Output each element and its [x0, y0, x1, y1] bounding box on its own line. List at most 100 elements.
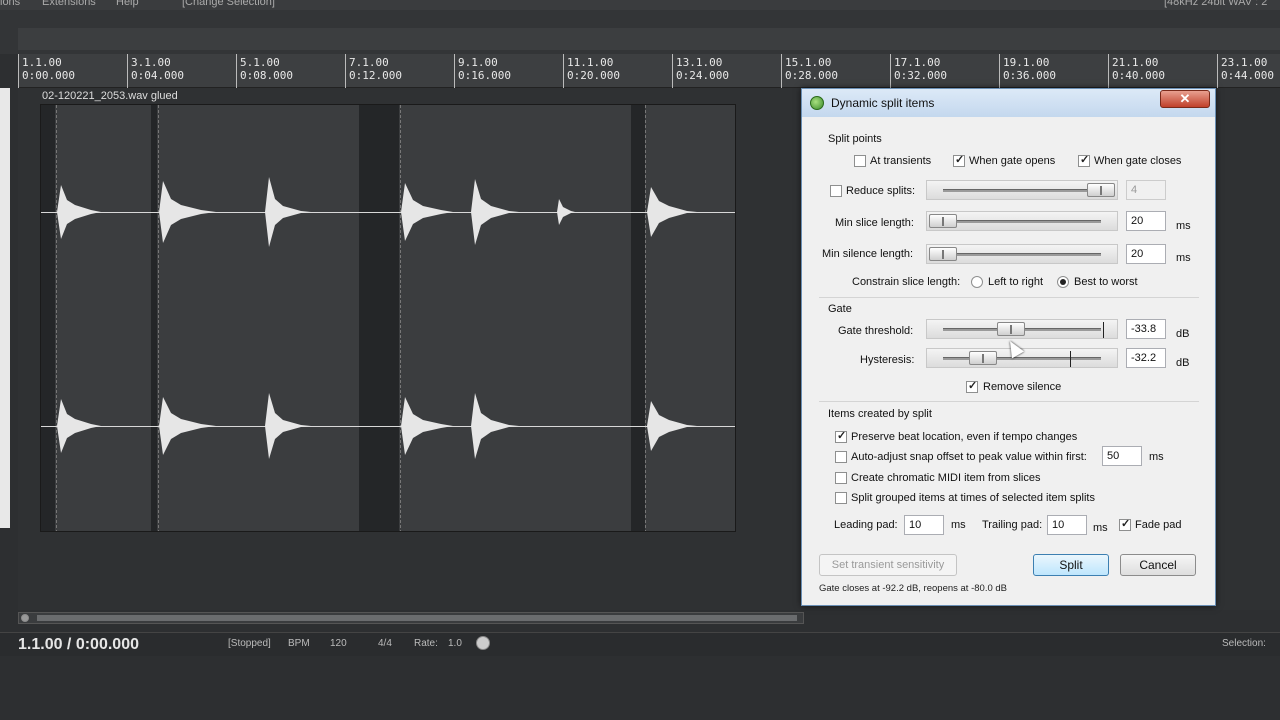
best-to-worst-radio[interactable]: [1057, 276, 1069, 288]
track-panel-edge: [0, 88, 10, 528]
ruler-time: 0:32.000: [894, 69, 947, 82]
ruler-measure: 9.1.00: [458, 56, 498, 69]
ruler-time: 0:16.000: [458, 69, 511, 82]
ruler-measure: 7.1.00: [349, 56, 389, 69]
ruler-tick: 5.1.00 0:08.000: [236, 54, 293, 88]
menu-item-help[interactable]: Help: [116, 0, 139, 8]
constrain-label: Constrain slice length:: [852, 276, 961, 288]
ruler-measure: 23.1.00: [1221, 56, 1268, 69]
gate-threshold-label: Gate threshold:: [838, 325, 914, 337]
ruler-time: 0:08.000: [240, 69, 293, 82]
group-items-created: Items created by split: [828, 408, 932, 420]
ruler-tick: 13.1.00 0:24.000: [672, 54, 729, 88]
at-transients-checkbox[interactable]: [854, 155, 866, 167]
chromatic-midi-checkbox[interactable]: [835, 472, 847, 484]
close-button[interactable]: ✕: [1160, 90, 1210, 108]
preserve-beat-checkbox[interactable]: [835, 429, 847, 443]
min-slice-slider[interactable]: [926, 211, 1118, 231]
reduce-splits-slider[interactable]: [926, 180, 1118, 200]
gate-threshold-field[interactable]: -33.8: [1126, 319, 1166, 339]
ruler-tick: 1.1.00 0:00.000: [18, 54, 75, 88]
project-format-info: [48kHz 24bit WAV : 2: [1164, 0, 1268, 8]
gate-threshold-unit: dB: [1176, 328, 1190, 340]
preserve-beat-label: Preserve beat location, even if tempo ch…: [851, 431, 1078, 443]
reaper-logo-icon: [810, 96, 824, 110]
menu-item-change-selection[interactable]: [Change Selection]: [182, 0, 275, 8]
rate-knob[interactable]: [476, 636, 490, 650]
cancel-button[interactable]: Cancel: [1120, 554, 1196, 576]
gate-closes-label: When gate closes: [1094, 155, 1182, 167]
reduce-splits-label: Reduce splits:: [846, 185, 916, 197]
divider: [819, 297, 1199, 298]
group-split-points: Split points: [828, 133, 882, 145]
trailing-pad-field[interactable]: 10: [1047, 515, 1087, 535]
auto-adjust-label: Auto-adjust snap offset to peak value wi…: [851, 451, 1087, 463]
hysteresis-field[interactable]: -32.2: [1126, 348, 1166, 368]
split-button[interactable]: Split: [1033, 554, 1109, 576]
ruler-tick: 23.1.00 0:44.000: [1217, 54, 1274, 88]
menu-item-actions[interactable]: ions: [0, 0, 20, 8]
gate-closes-checkbox[interactable]: [1078, 153, 1090, 167]
ruler-measure: 15.1.00: [785, 56, 832, 69]
min-silence-unit: ms: [1176, 252, 1191, 264]
ruler-time: 0:20.000: [567, 69, 620, 82]
group-gate: Gate: [828, 303, 852, 315]
gate-status-text: Gate closes at -92.2 dB, reopens at -80.…: [819, 583, 1008, 594]
scrollbar-thumb[interactable]: [37, 615, 797, 621]
ruler-measure: 19.1.00: [1003, 56, 1050, 69]
auto-adjust-checkbox[interactable]: [835, 451, 847, 463]
set-transient-sensitivity-button[interactable]: Set transient sensitivity: [819, 554, 957, 576]
scroll-left-button[interactable]: [21, 614, 29, 622]
min-slice-field[interactable]: 20: [1126, 211, 1166, 231]
chromatic-midi-label: Create chromatic MIDI item from slices: [851, 472, 1041, 484]
ruler-tick: 15.1.00 0:28.000: [781, 54, 838, 88]
ruler-tick: 9.1.00 0:16.000: [454, 54, 511, 88]
ruler-measure: 3.1.00: [131, 56, 171, 69]
transport-state: [Stopped]: [228, 638, 271, 649]
ruler-time: 0:28.000: [785, 69, 838, 82]
dialog-titlebar[interactable]: Dynamic split items ✕: [802, 89, 1215, 117]
ruler-tick: 11.1.00 0:20.000: [563, 54, 620, 88]
ruler-measure: 11.1.00: [567, 56, 614, 69]
ruler-tick: 19.1.00 0:36.000: [999, 54, 1056, 88]
trailing-pad-unit: ms: [1093, 522, 1108, 534]
min-silence-field[interactable]: 20: [1126, 244, 1166, 264]
ruler-measure: 21.1.00: [1112, 56, 1159, 69]
hysteresis-label: Hysteresis:: [860, 354, 915, 366]
media-item[interactable]: [40, 104, 736, 532]
time-signature[interactable]: 4/4: [374, 637, 404, 653]
auto-adjust-field[interactable]: 50: [1102, 446, 1142, 466]
left-to-right-radio[interactable]: [971, 276, 983, 288]
menu-item-extensions[interactable]: Extensions: [42, 0, 96, 8]
rate-value[interactable]: 1.0: [444, 637, 472, 653]
ruler-tick: 7.1.00 0:12.000: [345, 54, 402, 88]
gate-threshold-slider[interactable]: [926, 319, 1118, 339]
timeline-ruler[interactable]: 1.1.00 0:00.000 3.1.00 0:04.000 5.1.00 0:08.0…: [18, 54, 1280, 88]
min-silence-label: Min silence length:: [822, 248, 914, 260]
ruler-measure: 13.1.00: [676, 56, 723, 69]
toolbar-strip: [18, 28, 1280, 50]
ruler-time: 0:00.000: [22, 69, 75, 82]
left-to-right-label: Left to right: [988, 276, 1044, 288]
ruler-measure: 1.1.00: [22, 56, 62, 69]
toolbar-area: [0, 10, 1280, 54]
auto-adjust-unit: ms: [1149, 451, 1164, 463]
bpm-value[interactable]: 120: [326, 637, 366, 653]
fade-pad-checkbox[interactable]: [1119, 517, 1131, 531]
transport-position[interactable]: 1.1.00 / 0:00.000: [18, 636, 139, 654]
media-item-name: 02-120221_2053.wav glued: [42, 90, 178, 102]
at-transients-label: At transients: [870, 155, 932, 167]
gate-opens-label: When gate opens: [969, 155, 1056, 167]
remove-silence-checkbox[interactable]: [966, 379, 978, 393]
min-silence-slider[interactable]: [926, 244, 1118, 264]
horizontal-scrollbar[interactable]: [18, 612, 804, 624]
ruler-tick: 3.1.00 0:04.000: [127, 54, 184, 88]
dialog-client: Split points At transients When gate ope…: [809, 119, 1209, 599]
split-grouped-checkbox[interactable]: [835, 492, 847, 504]
ruler-measure: 5.1.00: [240, 56, 280, 69]
leading-pad-unit: ms: [951, 519, 966, 531]
reduce-splits-field[interactable]: 4: [1126, 180, 1166, 200]
gate-opens-checkbox[interactable]: [953, 153, 965, 167]
reduce-splits-checkbox[interactable]: [830, 185, 842, 197]
leading-pad-field[interactable]: 10: [904, 515, 944, 535]
